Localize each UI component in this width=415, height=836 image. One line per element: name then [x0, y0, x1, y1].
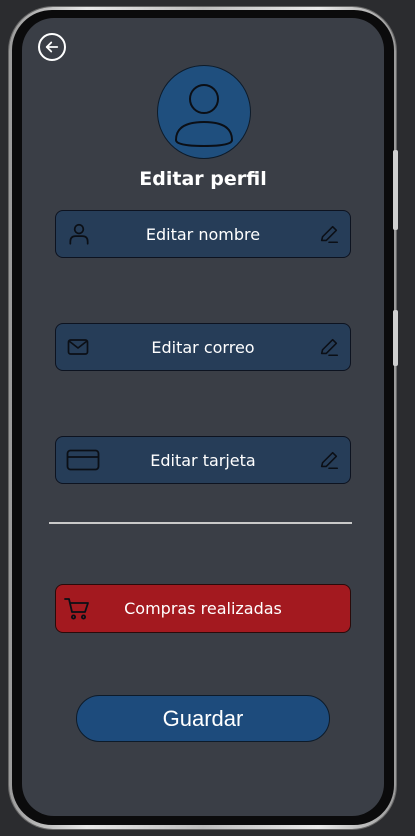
pencil-icon[interactable]: [318, 336, 340, 358]
orders-button[interactable]: Compras realizadas: [55, 584, 351, 633]
edit-name-field[interactable]: Editar nombre: [55, 210, 351, 258]
orders-button-label: Compras realizadas: [124, 599, 282, 618]
volume-button: [393, 150, 398, 230]
avatar[interactable]: [157, 65, 251, 159]
edit-email-field[interactable]: Editar correo: [55, 323, 351, 371]
pencil-icon[interactable]: [318, 449, 340, 471]
power-button: [393, 310, 398, 366]
edit-email-label: Editar correo: [151, 337, 255, 357]
edit-card-field[interactable]: Editar tarjeta: [55, 436, 351, 484]
user-avatar-icon: [174, 84, 234, 148]
divider: [49, 522, 352, 524]
app-screen: Editar perfil Editar nombre Editar corre…: [22, 18, 384, 816]
edit-card-label: Editar tarjeta: [150, 450, 256, 470]
edit-name-label: Editar nombre: [145, 224, 261, 244]
pencil-icon[interactable]: [318, 223, 340, 245]
page-title: Editar perfil: [139, 168, 267, 190]
save-button[interactable]: Guardar: [76, 695, 330, 742]
arrow-left-icon: [45, 41, 59, 53]
back-button[interactable]: [38, 33, 66, 61]
